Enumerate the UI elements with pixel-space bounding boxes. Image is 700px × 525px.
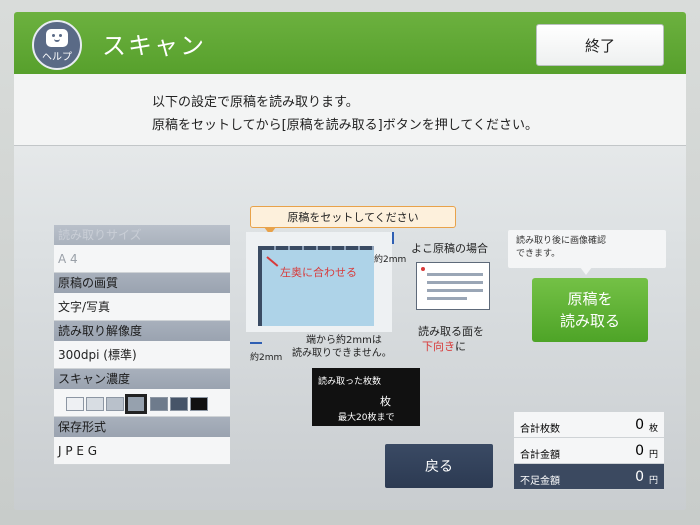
dim-arrow-icon: [392, 232, 394, 244]
margin-note: 端から約2mmは 読み取りできません。: [292, 334, 392, 360]
face-down-red-text: 下向き: [422, 340, 455, 353]
setting-label-resolution: 読み取り解像度: [54, 321, 230, 341]
screen: ヘルプ スキャン 終了 以下の設定で原稿を読み取ります。 原稿をセットしてから[…: [14, 12, 686, 510]
total-unit: 円: [648, 476, 658, 486]
density-level-4-selected: [125, 394, 147, 414]
hint-line-1: 読み取り後に画像確認: [516, 236, 607, 246]
density-level-3: [106, 397, 124, 411]
density-level-1: [66, 397, 84, 411]
margin-note-line-2: 読み取りできません。: [292, 348, 392, 359]
hint-line-2: できます。: [516, 249, 561, 259]
shortage-amount-row: 不足金額 0 円: [514, 464, 664, 490]
total-unit: 円: [648, 450, 658, 460]
face-note-line-2: 下向きに: [418, 339, 484, 354]
face-note-line-1: 読み取る面を: [418, 325, 484, 338]
end-button[interactable]: 終了: [536, 24, 664, 66]
density-level-2: [86, 397, 104, 411]
instruction-panel: 以下の設定で原稿を読み取ります。 原稿をセットしてから[原稿を読み取る]ボタンを…: [14, 74, 686, 146]
left-ruler: [258, 246, 262, 326]
density-level-5: [150, 397, 168, 411]
scan-document-button[interactable]: 原稿を 読み取る: [532, 278, 648, 342]
face-note-tail: に: [455, 340, 466, 353]
count-unit: 枚: [380, 395, 391, 408]
settings-panel: 読み取りサイズ A 4 原稿の画質 文字/写真 読み取り解像度 300dpi (…: [54, 225, 230, 465]
margin-dim-right: 約2mm: [374, 255, 407, 265]
page-title: スキャン: [102, 32, 206, 60]
total-amount-row: 合計金額 0 円: [514, 438, 664, 464]
totals-panel: 合計枚数 0 枚 合計金額 0 円 不足金額 0 円: [514, 412, 664, 490]
density-level-7: [190, 397, 208, 411]
header-bar: ヘルプ スキャン 終了: [14, 12, 686, 74]
total-label: 不足金額: [520, 476, 560, 487]
instruction-line-2: 原稿をセットしてから[原稿を読み取る]ボタンを押してください。: [152, 118, 538, 133]
setting-label-density: スキャン濃度: [54, 369, 230, 389]
total-label: 合計金額: [520, 450, 560, 461]
setting-label-size: 読み取りサイズ: [54, 225, 230, 245]
landscape-doc-title: よこ原稿の場合: [411, 242, 488, 255]
setting-value-quality: 文字/写真: [54, 293, 230, 321]
setting-label-quality: 原稿の画質: [54, 273, 230, 293]
preview-hint: 読み取り後に画像確認 できます。: [508, 230, 666, 268]
density-scale: [54, 389, 230, 417]
setting-value-resolution: 300dpi (標準): [54, 341, 230, 369]
face-down-note: 読み取る面を 下向きに: [418, 324, 484, 354]
help-label: ヘルプ: [42, 52, 72, 63]
total-value: 0: [635, 417, 644, 433]
total-value: 0: [635, 469, 644, 485]
dim-arrow-icon: [250, 342, 262, 344]
scanner-glass: [262, 250, 374, 326]
margin-note-line-1: 端から約2mmは: [306, 335, 382, 346]
set-document-callout: 原稿をセットしてください: [250, 206, 456, 228]
landscape-document-icon: [416, 262, 490, 310]
total-label: 合計枚数: [520, 424, 560, 435]
align-corner-text: 左奥に合わせる: [280, 266, 357, 279]
setting-value-size: A 4: [54, 245, 230, 273]
total-unit: 枚: [648, 424, 658, 434]
back-button[interactable]: 戻る: [385, 444, 493, 488]
margin-dim-bottom: 約2mm: [250, 353, 283, 363]
count-max: 最大20枚まで: [338, 413, 395, 423]
count-label: 読み取った枚数: [318, 377, 382, 387]
setting-label-format: 保存形式: [54, 417, 230, 437]
setting-value-format: J P E G: [54, 437, 230, 465]
scan-button-line-2: 読み取る: [559, 312, 620, 330]
hint-pointer: [580, 267, 592, 275]
density-level-6: [170, 397, 188, 411]
scanned-count-box: 読み取った枚数 枚 最大20枚まで: [312, 368, 420, 426]
help-icon: [46, 29, 68, 47]
help-button[interactable]: ヘルプ: [32, 20, 82, 70]
top-ruler: [262, 246, 374, 250]
total-value: 0: [635, 443, 644, 459]
total-sheets-row: 合計枚数 0 枚: [514, 412, 664, 438]
instruction-line-1: 以下の設定で原稿を読み取ります。: [152, 95, 359, 110]
scan-button-line-1: 原稿を: [567, 290, 613, 308]
